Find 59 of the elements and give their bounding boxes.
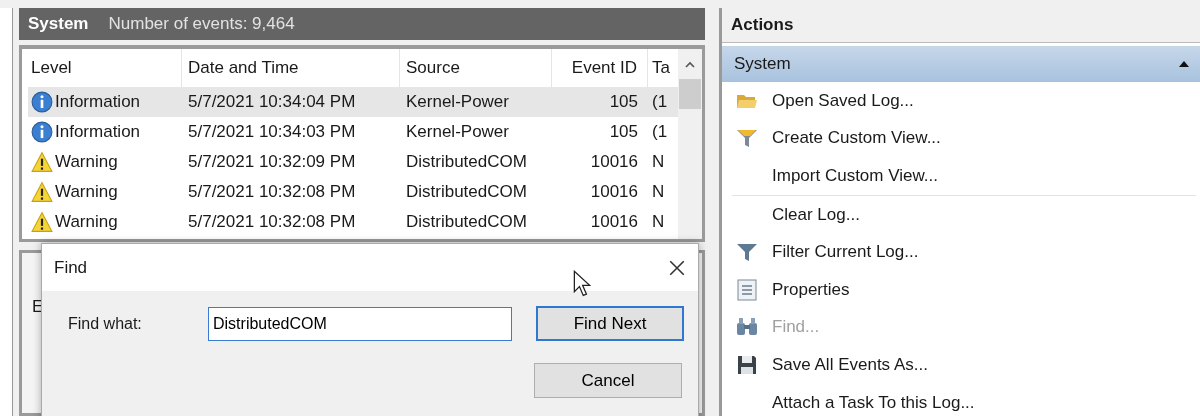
level-text: Information	[55, 92, 141, 112]
action-item[interactable]: Create Custom View...	[722, 119, 1200, 158]
table-cell-text: 5/7/2021 10:34:03 PM	[187, 122, 357, 142]
table-cell-text: 10016	[589, 182, 639, 202]
find-what-field[interactable]: DistributedCOM	[208, 306, 512, 341]
table-cell-text: (1	[651, 92, 669, 112]
table-cell-text: 105	[608, 122, 639, 142]
scroll-thumb[interactable]	[679, 79, 701, 109]
table-cell-text: DistributedCOM	[405, 212, 528, 232]
table-cell-text: Kernel-Power	[405, 122, 510, 142]
column-header[interactable]: Ta	[648, 49, 672, 87]
table-cell-text: 5/7/2021 10:32:08 PM	[187, 212, 357, 232]
level-text: Warning	[55, 152, 118, 172]
info-icon	[31, 91, 53, 113]
table-cell-text: 5/7/2021 10:32:08 PM	[187, 182, 357, 202]
table-cell-text: 105	[608, 92, 639, 112]
collapse-icon[interactable]	[1178, 60, 1190, 68]
actions-title: Actions	[722, 8, 1200, 43]
table-cell-text: DistributedCOM	[405, 182, 528, 202]
scrollbar[interactable]	[678, 49, 702, 239]
warning-icon	[31, 151, 53, 173]
table-cell-text: Kernel-Power	[405, 92, 510, 112]
info-icon	[31, 121, 53, 143]
find-next-button[interactable]: Find Next	[536, 306, 684, 341]
table-cell-text: N	[651, 212, 666, 232]
event-row[interactable]: Warning 5/7/2021 10:32:09 PM DistributedCOM 10016 N	[28, 147, 678, 177]
cancel-button[interactable]: Cancel	[534, 363, 682, 398]
level-text: Information	[55, 122, 141, 142]
level-text: Warning	[55, 212, 118, 232]
table-cell-text: 5/7/2021 10:32:09 PM	[187, 152, 357, 172]
table-cell-text: (1	[651, 122, 669, 142]
warning-icon	[31, 211, 53, 233]
table-cell-text: N	[651, 152, 666, 172]
table-cell-text: 10016	[589, 152, 639, 172]
action-item[interactable]: Attach a Task To this Log...	[722, 383, 1200, 416]
dialog-title: Find	[54, 257, 88, 278]
close-icon[interactable]	[668, 258, 686, 277]
action-item[interactable]: Clear Log...	[722, 195, 1200, 234]
warning-icon	[31, 181, 53, 203]
action-item[interactable]: Save All Events As...	[722, 346, 1200, 384]
action-item[interactable]: Filter Current Log...	[722, 233, 1200, 271]
table-cell-text: N	[651, 182, 666, 202]
event-row[interactable]: Information 5/7/2021 10:34:03 PM Kernel-Power 105 (1	[28, 117, 678, 147]
event-row[interactable]: Warning 5/7/2021 10:32:08 PM DistributedCOM 10016 N	[28, 207, 678, 237]
table-cell-text: DistributedCOM	[405, 152, 528, 172]
field-label: Find what:	[68, 314, 143, 333]
level-text: Warning	[55, 182, 118, 202]
table-cell-text: 5/7/2021 10:34:04 PM	[187, 92, 357, 112]
action-item[interactable]: Properties	[722, 270, 1200, 309]
section-header[interactable]: System	[722, 46, 1200, 82]
action-item[interactable]: Import Custom View...	[722, 157, 1200, 195]
table-cell-text: 10016	[589, 212, 639, 232]
event-row[interactable]: Information 5/7/2021 10:34:04 PM Kernel-Power 105 (1	[28, 87, 678, 117]
properties-icon	[735, 277, 759, 302]
event-row[interactable]: Warning 5/7/2021 10:32:08 PM DistributedCOM 10016 N	[28, 177, 678, 207]
event-count: Number of events: 9,464	[108, 14, 295, 34]
scroll-up-icon[interactable]	[684, 61, 696, 69]
action-item[interactable]: Open Saved Log...	[722, 82, 1200, 120]
log-title: System	[28, 14, 89, 34]
